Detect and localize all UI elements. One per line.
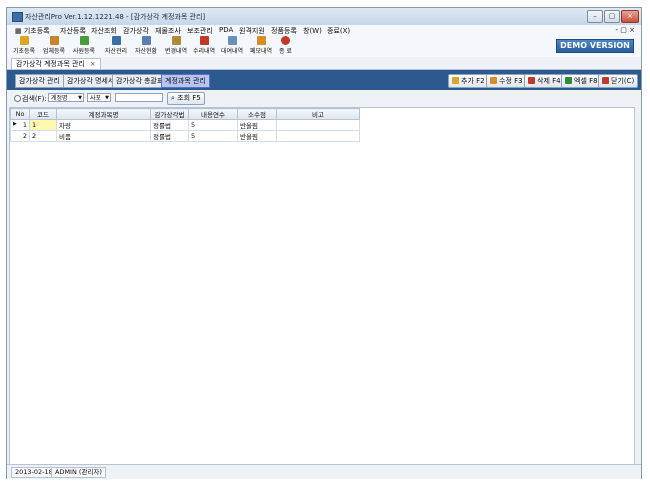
cell-account-name[interactable]: 차량 xyxy=(56,119,151,131)
grid-header-row: No 코드 계정과목명 감가상각법 내용연수 소수점 비고 xyxy=(10,108,360,120)
data-grid-area: No 코드 계정과목명 감가상각법 내용연수 소수점 비고 ▶ 1 1 차량 정률… xyxy=(9,107,635,465)
delete-icon xyxy=(528,77,535,84)
toolbar-repair-button[interactable]: 수리내역 xyxy=(193,36,215,55)
edit-icon xyxy=(171,36,181,45)
toolbar-asset-status-button[interactable]: 자산현황 xyxy=(135,36,157,55)
cell-no: 2 xyxy=(10,130,30,142)
toolbar-rental-button[interactable]: 대여내역 xyxy=(221,36,243,55)
toolbar-changes-button[interactable]: 변경내역 xyxy=(165,36,187,55)
close-button[interactable]: 닫기(C) xyxy=(598,74,639,88)
col-no[interactable]: No xyxy=(10,108,30,120)
mdi-controls[interactable]: - ▢ × xyxy=(616,26,635,34)
status-date: 2013-02-18 xyxy=(11,467,57,478)
folder-icon xyxy=(19,36,29,45)
app-icon xyxy=(12,12,23,22)
demo-version-badge: DEMO VERSION xyxy=(556,39,634,53)
toolbar-asset-button[interactable]: 자산관리 xyxy=(105,36,127,55)
sub-tab-bar: 감가상각 관리 감가상각 명세서 감가상각 총괄표 계정과목 관리 추가 F2 … xyxy=(7,70,641,90)
cell-code[interactable]: 1 xyxy=(29,119,57,131)
toolbar-employee-button[interactable]: 사원등록 xyxy=(73,36,95,55)
tab-close-icon[interactable]: × xyxy=(90,60,96,68)
delete-button[interactable]: 삭제 F4 xyxy=(524,74,565,88)
row-pointer-icon: ▶ xyxy=(13,121,17,127)
cell-no: ▶ 1 xyxy=(10,119,30,131)
col-decimal[interactable]: 소수점 xyxy=(237,108,277,120)
tab-depreciation-manage[interactable]: 감가상각 관리 xyxy=(15,74,64,88)
edit-icon xyxy=(490,77,497,84)
document-tab[interactable]: 감가상각 계정과목 관리 × xyxy=(11,58,101,69)
cell-decimal[interactable]: 반올림 xyxy=(237,130,277,142)
maximize-button[interactable]: ▢ xyxy=(604,10,620,23)
excel-icon xyxy=(565,77,572,84)
col-depreciation-method[interactable]: 감가상각법 xyxy=(150,108,189,120)
search-operator-select[interactable]: 사포 ▼ xyxy=(87,93,111,102)
status-bar: 2013-02-18 ADMIN (관리자) xyxy=(7,464,641,479)
search-field-select[interactable]: 계정명 ▼ xyxy=(48,93,84,102)
cell-depreciation-method[interactable]: 정률법 xyxy=(150,130,189,142)
chevron-down-icon: ▼ xyxy=(105,95,109,101)
status-user: ADMIN (관리자) xyxy=(51,467,106,478)
add-icon xyxy=(452,77,459,84)
cell-remarks[interactable] xyxy=(276,119,360,131)
tab-account-manage[interactable]: 계정과목 관리 xyxy=(161,74,210,88)
col-code[interactable]: 코드 xyxy=(29,108,57,120)
cell-useful-life[interactable]: 5 xyxy=(188,119,238,131)
title-bar[interactable]: 자산관리Pro Ver.1.12.1221.48 - [감가상각 계정과목 관리… xyxy=(7,8,641,25)
col-remarks[interactable]: 비고 xyxy=(276,108,360,120)
cell-decimal[interactable]: 반올림 xyxy=(237,119,277,131)
search-input[interactable] xyxy=(115,93,163,102)
toolbar-vendor-button[interactable]: 업체등록 xyxy=(43,36,65,55)
cell-remarks[interactable] xyxy=(276,130,360,142)
cell-useful-life[interactable]: 5 xyxy=(188,130,238,142)
edit-button[interactable]: 수정 F3 xyxy=(486,74,527,88)
document-tab-bar: 감가상각 계정과목 관리 × xyxy=(7,57,641,70)
menu-icon: ▦ xyxy=(15,27,24,35)
table-row[interactable]: ▶ 1 1 차량 정률법 5 반올림 xyxy=(10,119,360,131)
toolbar-exit-button[interactable]: 종 료 xyxy=(279,36,292,55)
window-title: 자산관리Pro Ver.1.12.1221.48 - [감가상각 계정과목 관리… xyxy=(25,13,206,21)
cell-depreciation-method[interactable]: 정률법 xyxy=(150,119,189,131)
tab-depreciation-summary[interactable]: 감가상각 총괄표 xyxy=(112,74,168,88)
add-button[interactable]: 추가 F2 xyxy=(448,74,489,88)
close-window-button[interactable]: × xyxy=(621,10,639,23)
building-icon xyxy=(49,36,59,45)
menu-bar: ▦ 기초등록 자산등록 자산조회 감가상각 재물조사 보조관리 PDA 원격지원… xyxy=(7,25,641,35)
table-row[interactable]: 2 2 비품 정률법 5 반올림 xyxy=(10,130,360,142)
search-label: 검색(F): xyxy=(22,95,47,103)
power-icon xyxy=(280,36,290,45)
search-bar: 검색(F): 계정명 ▼ 사포 ▼ ⌕ 조회 F5 xyxy=(7,90,641,106)
search-button[interactable]: ⌕ 조회 F5 xyxy=(167,92,205,105)
col-account-name[interactable]: 계정과목명 xyxy=(56,108,151,120)
minimize-button[interactable]: – xyxy=(587,10,603,23)
app-window: 자산관리Pro Ver.1.12.1221.48 - [감가상각 계정과목 관리… xyxy=(6,7,642,479)
col-useful-life[interactable]: 내용연수 xyxy=(188,108,238,120)
users-icon xyxy=(79,36,89,45)
cell-account-name[interactable]: 비품 xyxy=(56,130,151,142)
menu-pda[interactable]: PDA xyxy=(219,26,233,34)
search-radio[interactable] xyxy=(14,95,21,102)
chart-icon xyxy=(141,36,151,45)
toolbar: 기초등록 업체등록 사원등록 자산관리 자산현황 변경내역 수리내역 대여내역 … xyxy=(7,35,641,58)
excel-button[interactable]: 엑셀 F8 xyxy=(561,74,602,88)
tab-depreciation-statement[interactable]: 감가상각 명세서 xyxy=(63,74,119,88)
chevron-down-icon: ▼ xyxy=(78,95,82,101)
cell-code[interactable]: 2 xyxy=(29,130,57,142)
wrench-icon xyxy=(199,36,209,45)
handover-icon xyxy=(227,36,237,45)
vertical-scrollbar[interactable] xyxy=(635,107,641,465)
close-icon xyxy=(602,77,609,84)
disposal-icon xyxy=(256,36,266,45)
toolbar-basic-button[interactable]: 기초등록 xyxy=(13,36,35,55)
asset-icon xyxy=(111,36,121,45)
account-grid: No 코드 계정과목명 감가상각법 내용연수 소수점 비고 ▶ 1 1 차량 정률… xyxy=(10,108,360,142)
toolbar-disposal-button[interactable]: 폐모내역 xyxy=(250,36,272,55)
